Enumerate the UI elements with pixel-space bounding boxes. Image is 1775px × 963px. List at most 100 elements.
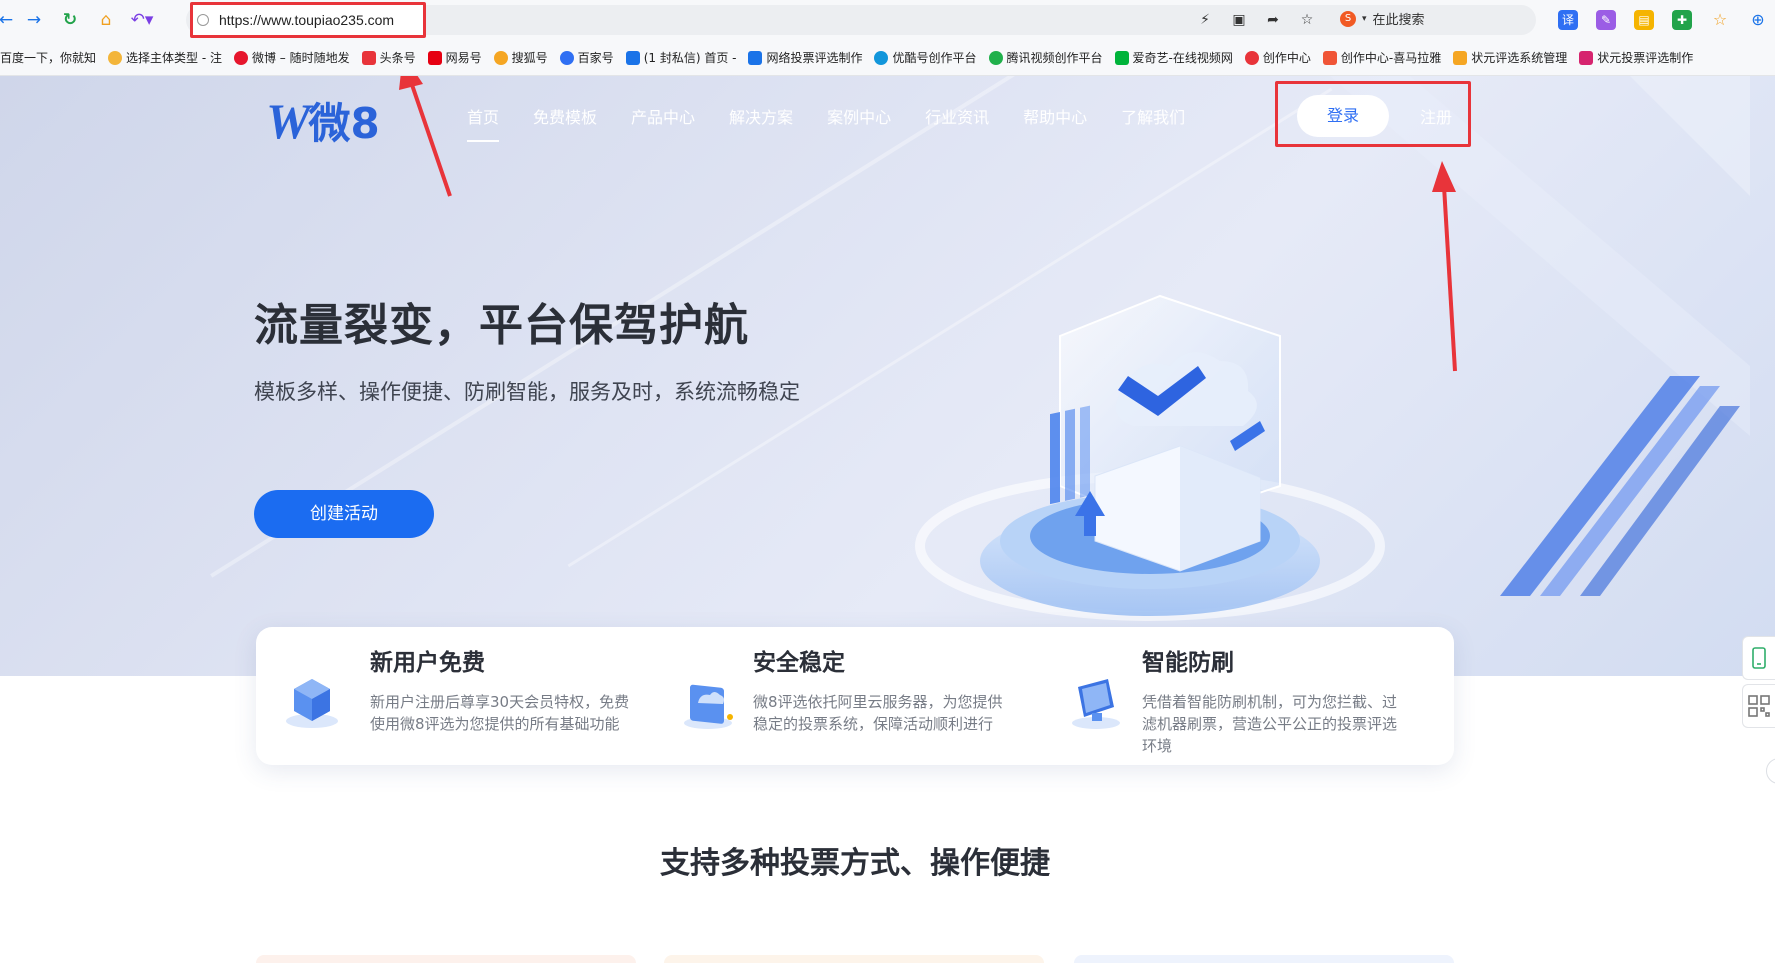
bookmark-label: 创作中心-喜马拉雅 [1340, 51, 1442, 65]
vote-maker-icon [1579, 50, 1594, 65]
annotation-arrow-url [399, 76, 452, 197]
search-placeholder: 在此搜索 [1372, 13, 1425, 28]
iqiyi-icon [1114, 50, 1129, 65]
mobile-icon[interactable] [1742, 636, 1775, 680]
nav-cases[interactable]: 案例中心 [827, 104, 891, 142]
bookmark-item[interactable]: 搜狐号 [493, 49, 548, 66]
address-bar-actions: ⚡ ▣ ➦ ☆ [1195, 10, 1317, 30]
scroll-top-handle[interactable] [1766, 758, 1775, 784]
lightning-icon[interactable]: ⚡ [1195, 10, 1215, 30]
ximalaya-icon [1322, 50, 1337, 65]
extension-icons: 译 ✎ ▤ ✚ ☆ ⊕ [1558, 10, 1768, 30]
netease-icon [427, 50, 442, 65]
bookmark-label: 网易号 [445, 51, 482, 65]
lock-icon [197, 14, 209, 26]
baijiahao-icon [559, 50, 574, 65]
bookmark-item[interactable]: 状元投票评选制作 [1579, 49, 1693, 66]
bookmark-item[interactable]: 爱奇艺-在线视频网 [1114, 49, 1233, 66]
method-card[interactable] [256, 955, 636, 963]
sohu-icon [493, 50, 508, 65]
undo-icon[interactable]: ↶▾ [130, 8, 154, 32]
bookmark-label: (1 封私信) 首页 - [643, 51, 737, 65]
create-activity-button[interactable]: 创建活动 [254, 490, 434, 538]
bookmark-item[interactable]: (1 封私信) 首页 - [625, 49, 737, 66]
feature-new-user: 新用户免费 新用户注册后尊享30天会员特权，免费使用微8评选为您提供的所有基础功… [256, 627, 656, 765]
bookmark-label: 状元投票评选制作 [1597, 51, 1694, 65]
bookmark-item[interactable]: 网易号 [427, 49, 482, 66]
feature-title: 新用户免费 [370, 650, 485, 676]
feature-anti-fraud: 智能防刷 凭借着智能防刷机制，可为您拦截、过滤机器刷票，营造公平公正的投票评选环… [1056, 627, 1454, 765]
logo-text: 微8 [308, 99, 380, 148]
nav-solutions[interactable]: 解决方案 [729, 104, 793, 142]
bookmark-item[interactable]: 优酷号创作平台 [874, 49, 977, 66]
bookmark-label: 网络投票评选制作 [766, 51, 863, 65]
forward-icon[interactable]: → [22, 8, 46, 32]
main-nav: 首页 免费模板 产品中心 解决方案 案例中心 行业资讯 帮助中心 了解我们 [467, 104, 1219, 142]
back-icon[interactable]: ← [0, 8, 18, 32]
bookmark-item[interactable]: 腾讯视频创作平台 [988, 49, 1103, 66]
nav-about[interactable]: 了解我们 [1121, 104, 1185, 142]
feature-security: 安全稳定 微8评选依托阿里云服务器，为您提供稳定的投票系统，保障活动顺利进行 [656, 627, 1056, 765]
tencent-video-icon [988, 50, 1003, 65]
nav-free-templates[interactable]: 免费模板 [533, 104, 597, 142]
search-engine-box[interactable]: S ▾ 在此搜索 [1340, 9, 1425, 28]
cloud-server-illustration [915, 294, 1385, 621]
bookmark-label: 腾讯视频创作平台 [1006, 51, 1103, 65]
feature-title: 智能防刷 [1142, 650, 1234, 676]
section-title: 支持多种投票方式、操作便捷 [660, 846, 1050, 881]
site-logo[interactable]: W 微8 [266, 90, 380, 151]
bookmark-label: 搜狐号 [511, 51, 548, 65]
bookmark-item[interactable]: 头条号 [361, 49, 416, 66]
feature-description: 凭借着智能防刷机制，可为您拦截、过滤机器刷票，营造公平公正的投票评选环境 [1142, 693, 1398, 755]
feature-description: 新用户注册后尊享30天会员特权，免费使用微8评选为您提供的所有基础功能 [370, 693, 630, 733]
nav-industry-news[interactable]: 行业资讯 [925, 104, 989, 142]
edit-icon[interactable]: ✎ [1596, 10, 1616, 30]
bookmarks-bar: 百度一下，你就知 选择主体类型 - 注 微博 – 随时随地发 头条号 网易号 搜… [0, 40, 1775, 76]
bookmark-label: 创作中心 [1262, 51, 1311, 65]
bookmark-icon [108, 50, 123, 65]
qrcode-icon[interactable] [1742, 684, 1775, 728]
share-icon[interactable]: ➦ [1263, 10, 1283, 30]
bookmark-label: 状元评选系统管理 [1471, 51, 1568, 65]
vote-site-icon [748, 50, 763, 65]
bookmark-item[interactable]: 网络投票评选制作 [748, 49, 862, 66]
shield-monitor-icon [1072, 679, 1120, 729]
hero-title: 流量裂变，平台保驾护航 [254, 300, 749, 351]
favorites-icon[interactable]: ☆ [1710, 10, 1730, 30]
home-icon[interactable]: ⌂ [94, 8, 118, 32]
bookmark-item[interactable]: 选择主体类型 - 注 [108, 49, 222, 66]
sogou-icon: S [1340, 10, 1356, 27]
bookmark-item[interactable]: 微博 – 随时随地发 [233, 49, 350, 66]
cube-stack-icon [286, 679, 338, 728]
logo-mark: W [266, 92, 311, 149]
youku-icon [874, 50, 889, 65]
register-button[interactable]: 注册 [1420, 104, 1452, 128]
browser-toolbar: ← → ↻ ⌂ ↶▾ https://www.toupiao235.com ⚡ … [0, 0, 1775, 40]
url-text[interactable]: https://www.toupiao235.com [219, 12, 394, 28]
features-card: 新用户免费 新用户注册后尊享30天会员特权，免费使用微8评选为您提供的所有基础功… [256, 627, 1454, 765]
folder-icon[interactable]: ▤ [1634, 10, 1654, 30]
star-icon[interactable]: ☆ [1297, 10, 1317, 30]
weibo-icon [233, 50, 248, 65]
puzzle-icon[interactable]: ✚ [1672, 10, 1692, 30]
bookmark-item[interactable]: 状元评选系统管理 [1453, 49, 1567, 66]
feature-description: 微8评选依托阿里云服务器，为您提供稳定的投票系统，保障活动顺利进行 [753, 693, 1003, 733]
login-button[interactable]: 登录 [1297, 95, 1389, 137]
cloud-shield-icon [684, 684, 733, 729]
bookmark-label: 百家号 [577, 51, 614, 65]
bookmark-item[interactable]: 百家号 [559, 49, 614, 66]
hero-subtitle: 模板多样、操作便捷、防刷智能，服务及时，系统流畅稳定 [254, 380, 800, 404]
screenshot-icon[interactable]: ▣ [1229, 10, 1249, 30]
bookmark-item[interactable]: 创作中心 [1244, 49, 1311, 66]
translate-icon[interactable]: 译 [1558, 10, 1578, 30]
method-card[interactable] [664, 955, 1044, 963]
reload-icon[interactable]: ↻ [58, 8, 82, 32]
download-icon[interactable]: ⊕ [1748, 10, 1768, 30]
method-card[interactable] [1074, 955, 1454, 963]
bookmark-item[interactable]: 创作中心-喜马拉雅 [1322, 49, 1442, 66]
bookmark-label: 百度一下，你就知 [0, 51, 97, 65]
nav-products[interactable]: 产品中心 [631, 104, 695, 142]
bookmark-item[interactable]: 百度一下，你就知 [0, 49, 96, 66]
nav-help[interactable]: 帮助中心 [1023, 104, 1087, 142]
zhihu-icon [625, 50, 640, 65]
